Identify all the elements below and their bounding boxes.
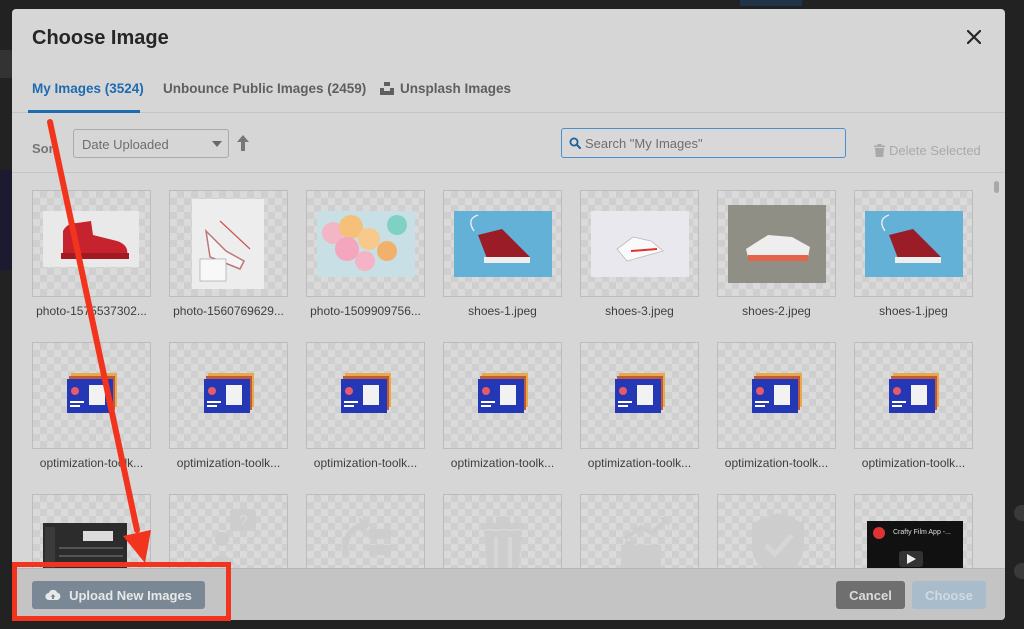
toolkit-image [478,373,528,413]
image-thumbnail[interactable] [717,494,836,568]
image-thumbnail[interactable] [306,342,425,449]
delete-selected-label: Delete Selected [889,143,981,158]
tab-unsplash-images[interactable]: Unsplash Images [380,81,511,96]
red-sneaker-blue-image [865,211,963,277]
white-sneaker-image [591,211,689,277]
svg-text:?: ? [239,513,248,530]
icon-trash-image [482,517,524,568]
image-caption: photo-1560769629... [173,304,284,318]
image-thumbnail[interactable] [32,190,151,297]
modal-header: Choose Image [12,9,1005,65]
background-left-strip [0,170,12,270]
image-thumbnail[interactable] [580,494,699,568]
toolkit-image [889,373,939,413]
background-bar [740,0,802,6]
image-thumbnail[interactable] [580,190,699,297]
image-caption: optimization-toolk... [861,456,966,470]
image-grid: photo-1575537302... photo-1560769629... ph… [12,174,1005,568]
image-caption: optimization-toolk... [450,456,555,470]
image-thumbnail[interactable]: ? [169,494,288,568]
delete-selected-button[interactable]: Delete Selected [874,143,981,158]
choose-image-modal: Choose Image My Images (3524) Unbounce P… [12,9,1005,620]
image-thumbnail[interactable] [169,342,288,449]
image-caption: optimization-toolk... [176,456,281,470]
icon-chart-image [621,517,669,568]
tab-unsplash-label: Unsplash Images [400,81,512,96]
image-caption: optimization-toolk... [39,456,144,470]
image-thumbnail[interactable] [32,494,151,568]
cancel-button[interactable]: Cancel [836,581,905,609]
image-thumbnail[interactable] [717,342,836,449]
modal-title: Choose Image [32,27,169,49]
image-thumbnail[interactable] [32,342,151,449]
sort-select[interactable]: Date Uploaded [73,129,229,158]
image-caption: optimization-toolk... [724,456,829,470]
background-handle [1014,563,1024,579]
screenshot-dark-image [43,523,127,568]
tab-my-images[interactable]: My Images (3524) [32,81,144,96]
toolkit-image [615,373,665,413]
image-caption: optimization-toolk... [313,456,418,470]
image-thumbnail[interactable] [169,190,288,297]
chevron-down-icon [212,141,222,147]
icon-shield-image [752,513,804,568]
image-thumbnail[interactable] [580,342,699,449]
search-field[interactable] [561,128,846,158]
image-thumbnail[interactable] [306,494,425,568]
toolkit-image [204,373,254,413]
image-thumbnail[interactable] [854,342,973,449]
arrow-up-icon[interactable] [235,133,251,153]
icon-refresh-image [342,517,391,557]
trash-icon [874,144,885,157]
video-title: Crafty Film App -... [893,529,951,536]
toolkit-image [341,373,391,413]
image-thumbnail[interactable]: Crafty Film App -... [854,494,973,568]
icon-question-image: ? [208,509,256,565]
sort-select-value: Date Uploaded [82,137,169,152]
image-thumbnail[interactable] [443,342,562,449]
close-icon [967,30,981,44]
sort-label: Sort [32,141,58,156]
image-thumbnail[interactable] [443,494,562,568]
unsplash-icon [380,82,394,95]
image-caption: photo-1575537302... [36,304,147,318]
scrollbar[interactable] [994,181,999,193]
balloons-image [317,211,415,277]
orange-sneaker-image [728,205,826,283]
background-left-fragment [0,50,12,78]
image-source-tabs: My Images (3524) Unbounce Public Images … [12,71,1005,113]
choose-button[interactable]: Choose [912,581,986,609]
image-thumbnail[interactable] [854,190,973,297]
image-caption: photo-1509909756... [310,304,421,318]
image-caption: shoes-1.jpeg [879,304,948,318]
image-caption: shoes-3.jpeg [605,304,674,318]
image-toolbar: Sort Date Uploaded Delete Selected [12,113,1005,173]
toolkit-image [752,373,802,413]
image-thumbnail[interactable] [443,190,562,297]
red-boot-image [43,211,139,267]
image-thumbnail[interactable] [717,190,836,297]
tab-unbounce-public-images[interactable]: Unbounce Public Images (2459) [163,81,366,96]
background-handle [1014,505,1024,521]
close-button[interactable] [963,26,985,48]
toolkit-image [67,373,117,413]
sneaker-hang-image [192,199,264,289]
red-sneaker-blue-image [454,211,552,277]
image-caption: optimization-toolk... [587,456,692,470]
search-input[interactable] [585,132,840,154]
image-caption: shoes-2.jpeg [742,304,811,318]
annotation-highlight-box [12,562,231,621]
image-caption: shoes-1.jpeg [468,304,537,318]
image-thumbnail[interactable] [306,190,425,297]
search-icon [569,137,581,149]
